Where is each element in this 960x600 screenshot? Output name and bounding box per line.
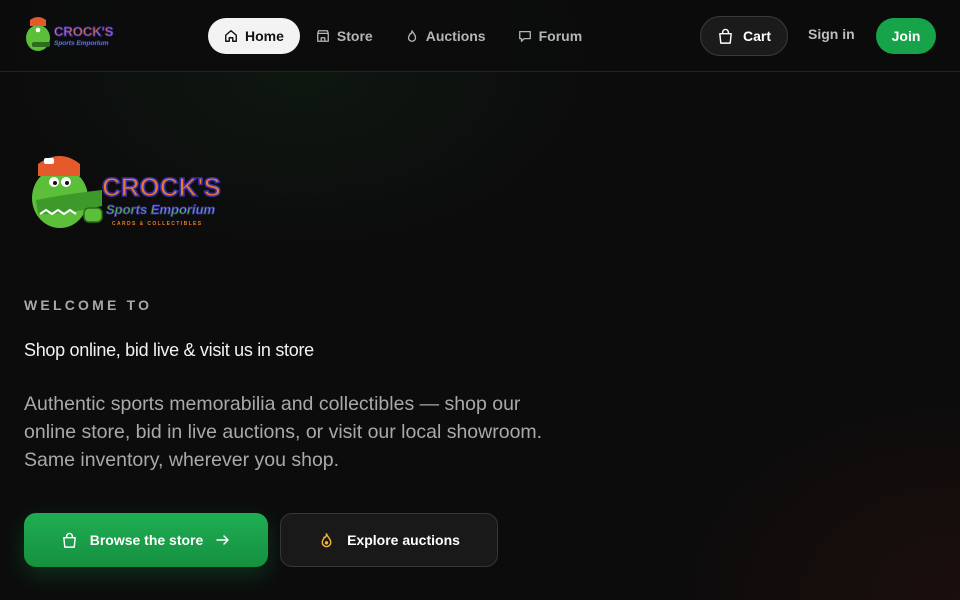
croc-thumbs-up — [83, 207, 103, 223]
brand-logo-subtitle: Sports Emporium — [54, 40, 109, 47]
chat-icon — [518, 30, 531, 42]
hero-logo-title: CROCK'S — [102, 172, 221, 202]
croc-pupil-right — [65, 181, 69, 185]
hero-headline: Shop online, bid live & visit us in stor… — [24, 340, 314, 360]
nav-item-label: Home — [245, 28, 284, 44]
brand-logo-title: CROCK'S — [54, 24, 114, 39]
nav-item-auctions[interactable]: Auctions — [389, 18, 502, 54]
cart-label: Cart — [742, 28, 771, 44]
top-navigation-bar: CROCK'S Sports Emporium Home Store Aucti… — [0, 0, 960, 72]
main-nav: Home Store Auctions Forum — [208, 18, 598, 54]
explore-auctions-button[interactable]: Explore auctions — [280, 513, 498, 567]
arrow-right-icon — [216, 535, 230, 545]
shopping-bag-icon — [62, 532, 76, 548]
store-icon — [317, 30, 329, 42]
nav-item-label: Forum — [538, 28, 583, 44]
hero-eyebrow: WELCOME TO — [24, 297, 153, 313]
croc-eye — [35, 27, 41, 33]
join-button[interactable]: Join — [876, 18, 936, 54]
shopping-bag-icon — [719, 28, 732, 44]
nav-item-home[interactable]: Home — [208, 18, 300, 54]
flame-icon — [321, 532, 332, 547]
croc-cap-logo — [44, 158, 54, 164]
nav-item-store[interactable]: Store — [300, 18, 389, 54]
brand-logo[interactable]: CROCK'S Sports Emporium — [24, 14, 116, 58]
hero-lead-text: Authentic sports memorabilia and collect… — [24, 393, 543, 471]
croc-cap-shape — [30, 17, 46, 26]
hero-logo-subtitle: Sports Emporium — [106, 202, 216, 217]
browse-store-label: Browse the store — [89, 532, 204, 548]
croc-pupil-left — [53, 181, 57, 185]
hero-brand-logo: CROCK'S Sports Emporium CARDS & COLLECTI… — [32, 156, 222, 228]
croc-jaw — [32, 42, 50, 47]
hero-logo-tagline: CARDS & COLLECTIBLES — [112, 221, 203, 227]
cart-button[interactable]: Cart — [700, 16, 788, 56]
nav-item-forum[interactable]: Forum — [502, 18, 599, 54]
sign-in-link[interactable]: Sign in — [808, 26, 855, 42]
flame-icon — [407, 30, 416, 42]
explore-auctions-label: Explore auctions — [347, 532, 460, 548]
browse-store-button[interactable]: Browse the store — [24, 513, 268, 567]
home-icon — [225, 30, 237, 42]
nav-item-label: Store — [336, 28, 373, 44]
nav-item-label: Auctions — [425, 28, 486, 44]
